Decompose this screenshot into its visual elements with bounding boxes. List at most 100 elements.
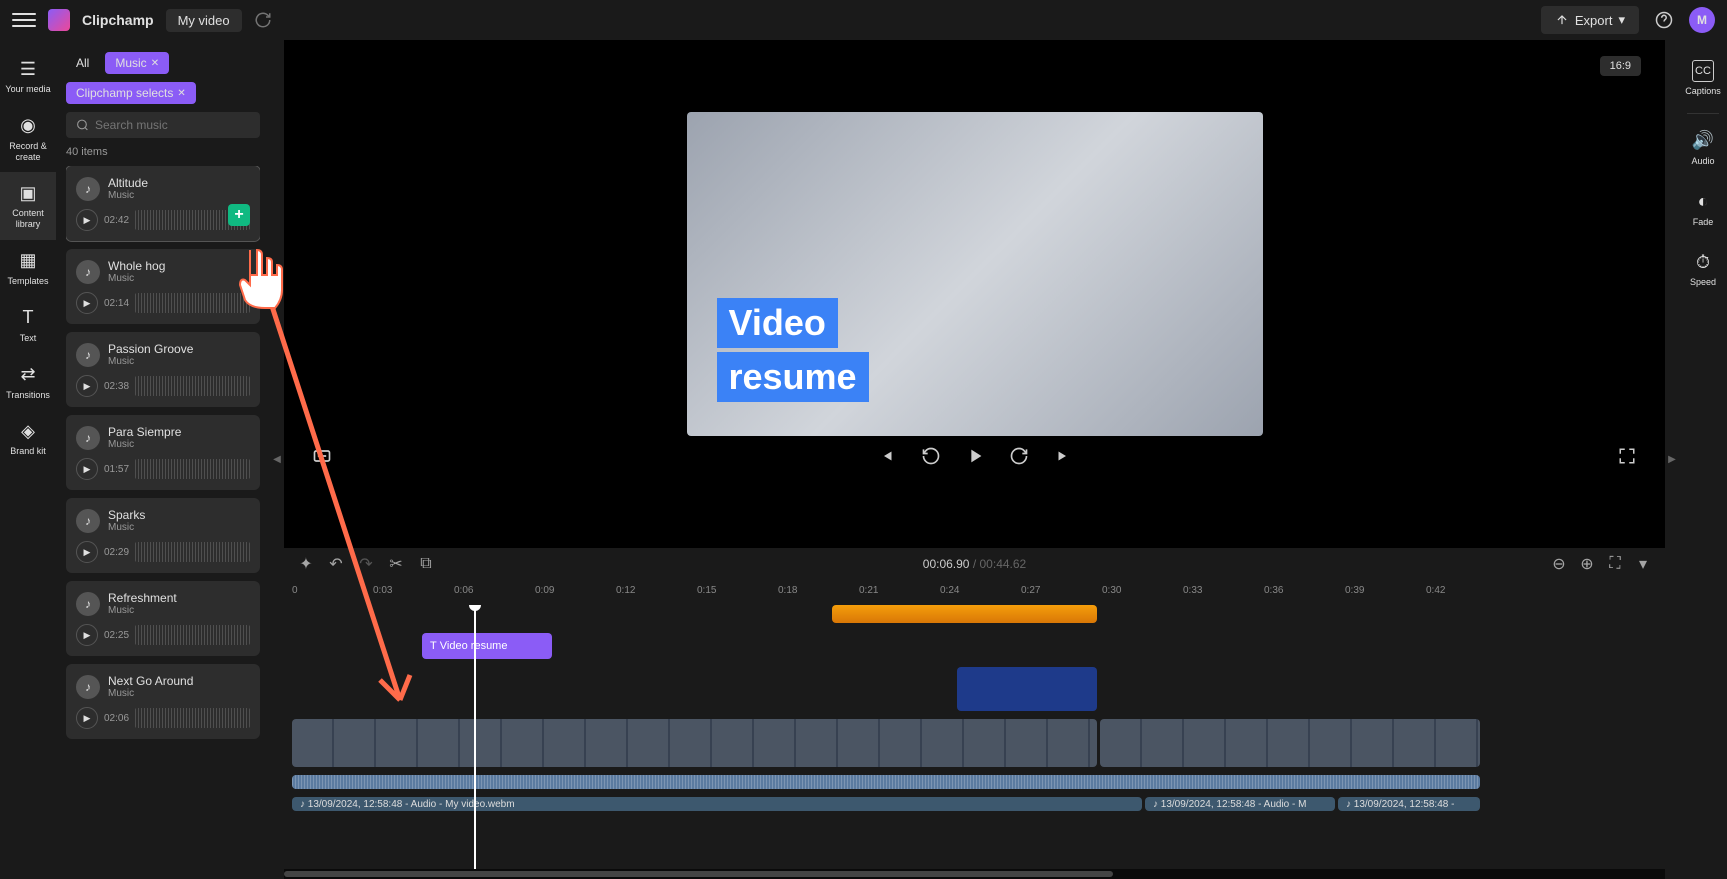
music-item[interactable]: ♪ Sparks Music ▶ 02:29	[66, 498, 260, 573]
chip-music[interactable]: Music✕	[105, 52, 169, 74]
skip-forward-button[interactable]	[1049, 442, 1077, 470]
magic-button[interactable]: ✦	[296, 554, 316, 574]
waveform	[135, 625, 250, 645]
nav-your-media[interactable]: ☰Your media	[0, 48, 56, 105]
timeline-tracks[interactable]: T Video resume ♪ 13/09/2024, 12:58:48 - …	[284, 605, 1665, 869]
nav-transitions[interactable]: ⇄Transitions	[0, 354, 56, 411]
music-title: Passion Groove	[108, 342, 193, 356]
video-preview[interactable]: Video resume	[687, 112, 1263, 436]
aspect-ratio[interactable]: 16:9	[1600, 56, 1641, 76]
right-fade[interactable]: ◐Fade	[1679, 179, 1727, 240]
play-button[interactable]	[961, 442, 989, 470]
music-item[interactable]: ♪ Altitude Music ▶ 02:42 +Add to timelin…	[66, 166, 260, 241]
clip-overlay[interactable]	[957, 667, 1097, 711]
nav-content-library[interactable]: ▣Content library	[0, 172, 56, 240]
zoom-out-button[interactable]: ⊖	[1549, 554, 1569, 574]
music-item[interactable]: ♪ Next Go Around Music ▶ 02:06	[66, 664, 260, 739]
split-button[interactable]: ✂	[386, 554, 406, 574]
nav-brand-kit[interactable]: ◈Brand kit	[0, 410, 56, 467]
nav-text[interactable]: TText	[0, 297, 56, 354]
zoom-in-button[interactable]: ⊕	[1577, 554, 1597, 574]
clip-audio-main[interactable]	[292, 775, 1480, 789]
waveform	[135, 708, 250, 728]
close-icon[interactable]: ✕	[177, 88, 185, 99]
play-preview-button[interactable]: ▶	[76, 624, 98, 646]
nav-templates[interactable]: ▦Templates	[0, 240, 56, 297]
music-item[interactable]: ♪ Refreshment Music ▶ 02:25	[66, 581, 260, 656]
play-preview-button[interactable]: ▶	[76, 292, 98, 314]
play-preview-button[interactable]: ▶	[76, 375, 98, 397]
clip-audio-rec-2[interactable]: ♪ 13/09/2024, 12:58:48 - Audio - M	[1145, 797, 1335, 811]
chip-all[interactable]: All	[66, 52, 99, 74]
music-item[interactable]: ♪ Passion Groove Music ▶ 02:38	[66, 332, 260, 407]
timeline-options[interactable]: ▾	[1633, 554, 1653, 574]
waveform	[135, 293, 250, 313]
music-list: ♪ Altitude Music ▶ 02:42 +Add to timelin…	[66, 166, 260, 867]
divider	[1687, 113, 1719, 114]
skip-back-button[interactable]	[873, 442, 901, 470]
music-item[interactable]: ♪ Whole hog Music ▶ 02:14	[66, 249, 260, 324]
ruler-mark: 0:24	[940, 585, 959, 596]
forward-button[interactable]	[1005, 442, 1033, 470]
menu-icon[interactable]	[12, 8, 36, 32]
sync-icon[interactable]	[254, 11, 272, 29]
add-to-timeline-button[interactable]: +	[228, 204, 250, 226]
collapse-panel-left[interactable]: ◀	[270, 40, 284, 879]
speed-icon: ⏱	[1692, 251, 1714, 273]
media-panel: All Music✕ Clipchamp selects✕ 40 items ♪…	[56, 40, 270, 879]
timeline-scrollbar[interactable]	[284, 869, 1665, 879]
waveform	[135, 542, 250, 562]
nav-record-create[interactable]: ◉Record & create	[0, 105, 56, 173]
project-name[interactable]: My video	[166, 9, 242, 32]
music-note-icon: ♪	[1153, 799, 1158, 810]
right-speed[interactable]: ⏱Speed	[1679, 239, 1727, 300]
clip-text[interactable]: T Video resume	[422, 633, 552, 659]
preview-area: 16:9 Video resume ✦	[284, 40, 1665, 879]
captions-toggle[interactable]	[308, 442, 336, 470]
clip-audio-rec-1[interactable]: ♪ 13/09/2024, 12:58:48 - Audio - My vide…	[292, 797, 1142, 811]
music-subtitle: Music	[108, 522, 145, 533]
fullscreen-button[interactable]	[1613, 442, 1641, 470]
music-thumb-icon: ♪	[76, 509, 100, 533]
ruler-mark: 0:21	[859, 585, 878, 596]
play-preview-button[interactable]: ▶	[76, 707, 98, 729]
export-button[interactable]: Export ▾	[1541, 6, 1639, 34]
search-input[interactable]	[66, 112, 260, 138]
scroll-thumb[interactable]	[284, 871, 1113, 877]
music-duration: 02:29	[104, 547, 129, 558]
play-preview-button[interactable]: ▶	[76, 541, 98, 563]
clip-highlight[interactable]	[832, 605, 1097, 623]
play-preview-button[interactable]: ▶	[76, 458, 98, 480]
right-captions[interactable]: CCCaptions	[1679, 48, 1727, 109]
play-preview-button[interactable]: ▶	[76, 209, 98, 231]
clip-audio-rec-3[interactable]: ♪ 13/09/2024, 12:58:48 -	[1338, 797, 1480, 811]
redo-button[interactable]: ↷	[356, 554, 376, 574]
music-title: Para Siempre	[108, 425, 181, 439]
clip-video-2[interactable]	[1100, 719, 1480, 767]
waveform	[135, 459, 250, 479]
close-icon[interactable]: ✕	[151, 58, 159, 69]
rewind-button[interactable]	[917, 442, 945, 470]
music-duration: 02:38	[104, 381, 129, 392]
copy-button[interactable]: ⧉	[416, 554, 436, 574]
music-subtitle: Music	[108, 273, 165, 284]
help-icon[interactable]	[1651, 7, 1677, 33]
right-audio[interactable]: 🔊Audio	[1679, 118, 1727, 179]
music-thumb-icon: ♪	[76, 426, 100, 450]
timeline-toolbar: ✦ ↶ ↷ ✂ ⧉ 00:06.90 / 00:44.62 ⊖ ⊕ ⛶ ▾	[284, 547, 1665, 579]
ruler-mark: 0:42	[1426, 585, 1445, 596]
chip-clipchamp-selects[interactable]: Clipchamp selects✕	[66, 82, 196, 104]
avatar[interactable]: M	[1689, 7, 1715, 33]
media-icon: ☰	[17, 58, 39, 80]
clip-video-main[interactable]	[292, 719, 1097, 767]
library-icon: ▣	[17, 182, 39, 204]
timeline-ruler[interactable]: 00:030:060:090:120:150:180:210:240:270:3…	[284, 579, 1665, 605]
music-duration: 02:42	[104, 215, 129, 226]
app-name: Clipchamp	[82, 12, 154, 28]
zoom-fit-button[interactable]: ⛶	[1605, 554, 1625, 574]
collapse-panel-right[interactable]: ▶	[1665, 40, 1679, 879]
music-item[interactable]: ♪ Para Siempre Music ▶ 01:57	[66, 415, 260, 490]
undo-button[interactable]: ↶	[326, 554, 346, 574]
music-duration: 02:25	[104, 630, 129, 641]
playhead[interactable]	[474, 605, 476, 869]
